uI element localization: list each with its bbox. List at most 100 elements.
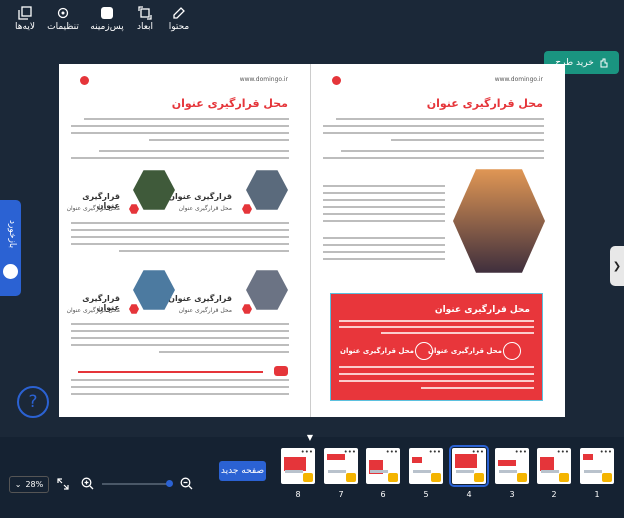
text-line — [159, 351, 289, 353]
chevron-right-icon: ❯ — [612, 260, 622, 272]
layers-tool[interactable]: لایه‌ها — [2, 6, 48, 32]
red-divider — [78, 371, 263, 373]
page-number: 6 — [380, 490, 386, 499]
text-line — [421, 387, 534, 389]
page-number: 1 — [594, 490, 600, 499]
text-line — [71, 386, 289, 388]
red-hex — [242, 204, 252, 214]
more-icon[interactable]: ••• — [515, 448, 527, 456]
thumbnail-shape — [540, 457, 554, 471]
zoom-slider[interactable] — [102, 483, 168, 485]
site-url: www.domingo.ir — [239, 76, 288, 83]
thumbnail-shape — [284, 457, 306, 471]
page-left[interactable]: www.domingo.ir محل قرارگیری عنوان قرارگی… — [59, 64, 310, 417]
text-line — [71, 379, 289, 381]
text-line — [119, 250, 289, 252]
more-icon[interactable]: ••• — [386, 448, 398, 456]
red-dot — [332, 76, 341, 85]
text-line — [71, 337, 289, 339]
quote-icon — [274, 366, 288, 376]
red-hex — [242, 304, 252, 314]
red-dot — [80, 76, 89, 85]
feedback-label: بازخورد — [7, 220, 17, 249]
item-subtitle: محل قرارگیری عنوان — [66, 205, 120, 212]
zoom-out-icon[interactable] — [180, 477, 193, 490]
thumbnail-line — [499, 470, 517, 473]
text-line — [149, 139, 289, 141]
more-icon[interactable]: ••• — [600, 448, 612, 456]
page-thumbnail[interactable]: ••• — [324, 448, 358, 484]
zoom-slider-knob[interactable] — [166, 480, 173, 487]
page-thumbnail[interactable]: ••• — [449, 445, 489, 487]
more-icon[interactable]: ••• — [344, 448, 356, 456]
settings-label: تنظیمات — [47, 22, 79, 32]
red-hex — [129, 204, 139, 214]
lock-icon — [517, 473, 527, 482]
item-subtitle: محل قرارگیری عنوان — [178, 307, 232, 314]
background-tool[interactable]: پس‌زمینه — [84, 6, 130, 32]
lock-icon — [388, 473, 398, 482]
fullscreen-icon[interactable] — [57, 478, 69, 490]
text-line — [323, 157, 544, 159]
help-icon: ? — [28, 392, 38, 412]
page-thumbnail[interactable]: ••• — [580, 448, 614, 484]
feedback-tab[interactable]: بازخورد — [0, 200, 21, 296]
page-thumbnail[interactable]: ••• — [281, 448, 315, 484]
more-icon[interactable]: ••• — [472, 448, 484, 456]
text-line — [84, 118, 289, 120]
highlight-box[interactable]: محل قرارگیری عنوان محل قرارگیری عنوان مح… — [330, 293, 543, 401]
more-icon[interactable]: ••• — [301, 448, 313, 456]
page-thumbnail[interactable]: ••• — [366, 448, 400, 484]
next-panel-arrow[interactable]: ❯ — [610, 246, 624, 286]
collapse-toggle[interactable]: ▼ — [302, 433, 318, 443]
page-thumbnail[interactable]: ••• — [409, 448, 443, 484]
item-title: قرارگیری عنوان — [168, 192, 232, 201]
text-line — [339, 380, 534, 382]
thumbnail-shape — [498, 460, 516, 466]
page-thumbnail[interactable]: ••• — [537, 448, 571, 484]
text-line — [71, 236, 289, 238]
resize-icon — [138, 6, 152, 20]
page-number: 3 — [509, 490, 515, 499]
thumbnail-shape — [455, 454, 477, 468]
text-line — [71, 229, 289, 231]
chevron-down-icon: ▼ — [306, 433, 314, 442]
text-line — [323, 206, 445, 208]
page-title: محل قرارگیری عنوان — [171, 97, 288, 110]
text-line — [339, 366, 534, 368]
page-right[interactable]: www.domingo.ir محل قرارگیری عنوان محل قر… — [311, 64, 565, 417]
thumbnail-line — [541, 470, 559, 473]
text-line — [71, 344, 289, 346]
lock-icon — [431, 473, 441, 482]
box-item-title: محل قرارگیری عنوان — [340, 347, 414, 355]
text-line — [323, 125, 544, 127]
text-line — [71, 243, 289, 245]
red-hex — [129, 304, 139, 314]
more-icon[interactable]: ••• — [429, 448, 441, 456]
lock-icon — [303, 473, 313, 482]
lock-icon — [474, 473, 484, 482]
box-item-title: محل قرارگیری عنوان — [428, 347, 502, 355]
background-label: پس‌زمینه — [90, 22, 124, 32]
page-number: 7 — [338, 490, 344, 499]
text-line — [71, 157, 289, 159]
text-line — [323, 220, 445, 222]
more-icon[interactable]: ••• — [557, 448, 569, 456]
page-number: 8 — [295, 490, 301, 499]
page-thumbnail[interactable]: ••• — [495, 448, 529, 484]
new-page-label: صفحه جدید — [220, 466, 265, 476]
text-line — [323, 132, 544, 134]
help-button[interactable]: ? — [17, 386, 49, 418]
text-line — [323, 251, 445, 253]
text-line — [71, 132, 289, 134]
background-icon — [101, 7, 113, 19]
zoom-select[interactable]: ⌄ 28% — [9, 476, 49, 493]
lock-icon — [602, 473, 612, 482]
chevron-down-icon: ⌄ — [14, 480, 22, 489]
text-line — [71, 393, 289, 395]
new-page-button[interactable]: صفحه جدید — [219, 461, 266, 481]
item-subtitle: محل قرارگیری عنوان — [178, 205, 232, 212]
zoom-in-icon[interactable] — [81, 477, 94, 490]
text-line — [99, 150, 289, 152]
item-title: قرارگیری عنوان — [168, 294, 232, 303]
